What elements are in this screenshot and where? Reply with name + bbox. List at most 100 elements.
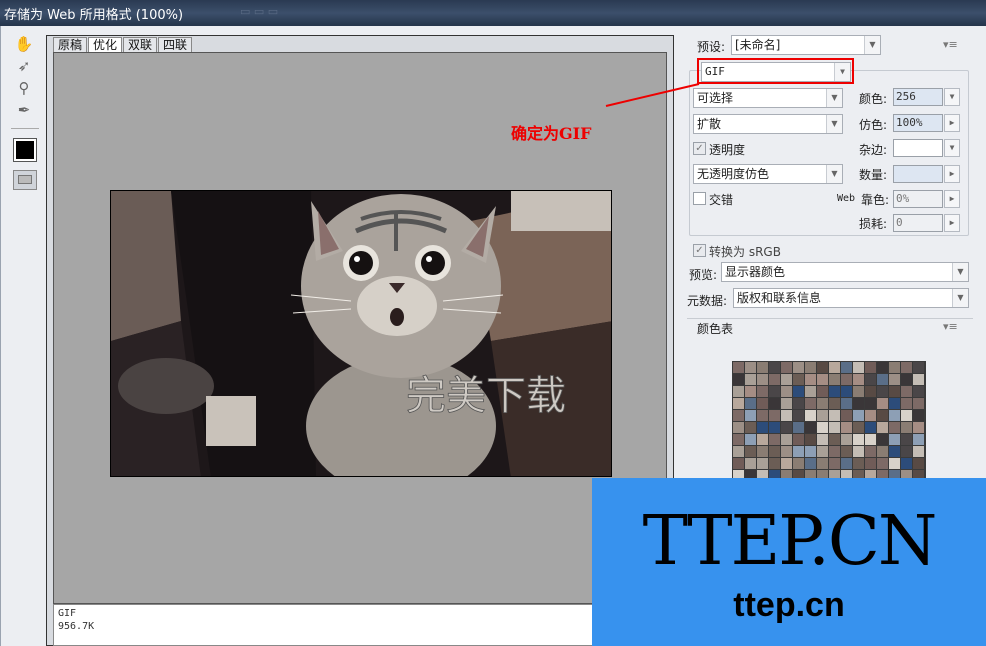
color-swatch[interactable] (757, 398, 768, 409)
color-swatch[interactable] (889, 362, 900, 373)
color-swatch[interactable] (889, 458, 900, 469)
color-swatch[interactable] (877, 446, 888, 457)
color-swatch[interactable] (853, 398, 864, 409)
color-swatch[interactable] (853, 362, 864, 373)
color-swatch[interactable] (769, 422, 780, 433)
chevron-right-icon[interactable]: ▶ (944, 114, 960, 132)
color-swatch[interactable] (889, 374, 900, 385)
color-swatch[interactable] (913, 434, 924, 445)
color-swatch[interactable] (889, 410, 900, 421)
color-swatch[interactable] (769, 386, 780, 397)
color-swatch[interactable] (733, 446, 744, 457)
zoom-icon[interactable]: ⚲ (13, 78, 35, 98)
color-swatch[interactable] (913, 374, 924, 385)
color-swatch[interactable] (805, 410, 816, 421)
color-swatch[interactable] (745, 362, 756, 373)
color-swatch[interactable] (817, 386, 828, 397)
color-swatch[interactable] (889, 386, 900, 397)
color-swatch[interactable] (781, 422, 792, 433)
lossy-field[interactable]: 0 ▶ (893, 214, 960, 232)
color-swatch[interactable] (865, 458, 876, 469)
color-swatch[interactable] (817, 398, 828, 409)
color-swatch[interactable] (769, 446, 780, 457)
color-swatch[interactable] (901, 374, 912, 385)
color-swatch[interactable] (757, 410, 768, 421)
color-swatch[interactable] (913, 398, 924, 409)
color-swatch[interactable] (829, 398, 840, 409)
color-swatch[interactable] (757, 422, 768, 433)
color-swatch[interactable] (769, 374, 780, 385)
color-swatch[interactable] (793, 458, 804, 469)
color-swatch[interactable] (817, 422, 828, 433)
color-swatch[interactable] (817, 410, 828, 421)
color-swatch[interactable] (889, 398, 900, 409)
panel-menu-icon[interactable]: ▾≡ (943, 38, 958, 51)
color-swatch[interactable] (877, 386, 888, 397)
color-swatch[interactable] (913, 446, 924, 457)
color-swatch[interactable] (805, 434, 816, 445)
color-swatch[interactable] (745, 458, 756, 469)
color-swatch[interactable] (781, 362, 792, 373)
chevron-down-icon[interactable]: ▼ (944, 88, 960, 106)
color-swatch[interactable] (769, 434, 780, 445)
preview-dropdown[interactable]: 显示器颜色 ▼ (721, 262, 969, 282)
color-swatch[interactable] (781, 374, 792, 385)
interlaced-checkbox[interactable] (693, 192, 706, 205)
color-swatch[interactable] (793, 386, 804, 397)
color-swatch[interactable] (877, 434, 888, 445)
color-swatch[interactable] (769, 410, 780, 421)
color-swatch[interactable] (745, 386, 756, 397)
color-swatch[interactable] (733, 362, 744, 373)
color-swatch[interactable] (733, 434, 744, 445)
color-swatch[interactable] (733, 458, 744, 469)
color-swatch[interactable] (769, 362, 780, 373)
color-swatch[interactable] (733, 410, 744, 421)
color-swatch[interactable] (877, 362, 888, 373)
color-swatch[interactable] (829, 422, 840, 433)
color-swatch[interactable] (901, 398, 912, 409)
color-swatch[interactable] (901, 386, 912, 397)
color-swatch[interactable] (745, 410, 756, 421)
color-swatch[interactable] (757, 374, 768, 385)
colors-field[interactable]: 256 ▼ (893, 88, 960, 106)
color-swatch[interactable] (853, 386, 864, 397)
color-swatch[interactable] (769, 458, 780, 469)
color-swatch[interactable] (757, 458, 768, 469)
color-swatch[interactable] (793, 434, 804, 445)
color-swatch[interactable] (781, 446, 792, 457)
color-swatch[interactable] (793, 422, 804, 433)
color-swatch[interactable] (829, 362, 840, 373)
color-swatch[interactable] (913, 386, 924, 397)
color-swatch[interactable] (841, 422, 852, 433)
color-swatch[interactable] (805, 446, 816, 457)
color-swatch[interactable] (793, 446, 804, 457)
metadata-dropdown[interactable]: 版权和联系信息 ▼ (733, 288, 969, 308)
color-swatch[interactable] (805, 422, 816, 433)
color-swatch[interactable] (853, 422, 864, 433)
color-swatch-icon[interactable] (13, 138, 37, 162)
color-swatch[interactable] (865, 374, 876, 385)
color-swatch[interactable] (877, 398, 888, 409)
color-swatch[interactable] (817, 446, 828, 457)
color-swatch[interactable] (853, 446, 864, 457)
color-swatch[interactable] (877, 422, 888, 433)
tab-2-up[interactable]: 双联 (123, 37, 158, 52)
color-swatch[interactable] (805, 398, 816, 409)
color-swatch[interactable] (757, 386, 768, 397)
color-table-menu-icon[interactable]: ▾≡ (943, 320, 958, 333)
color-swatch[interactable] (889, 434, 900, 445)
color-swatch[interactable] (745, 434, 756, 445)
color-swatch[interactable] (769, 398, 780, 409)
color-swatch[interactable] (841, 446, 852, 457)
color-swatch[interactable] (805, 458, 816, 469)
tab-4-up[interactable]: 四联 (158, 37, 193, 52)
color-swatch[interactable] (733, 422, 744, 433)
transparency-checkbox[interactable]: ✓ (693, 142, 706, 155)
color-swatch[interactable] (829, 446, 840, 457)
color-swatch[interactable] (841, 458, 852, 469)
color-swatch[interactable] (841, 374, 852, 385)
chevron-right-icon[interactable]: ▶ (944, 214, 960, 232)
color-swatch[interactable] (757, 434, 768, 445)
color-swatch[interactable] (733, 398, 744, 409)
amount-field[interactable]: ▶ (893, 165, 960, 183)
